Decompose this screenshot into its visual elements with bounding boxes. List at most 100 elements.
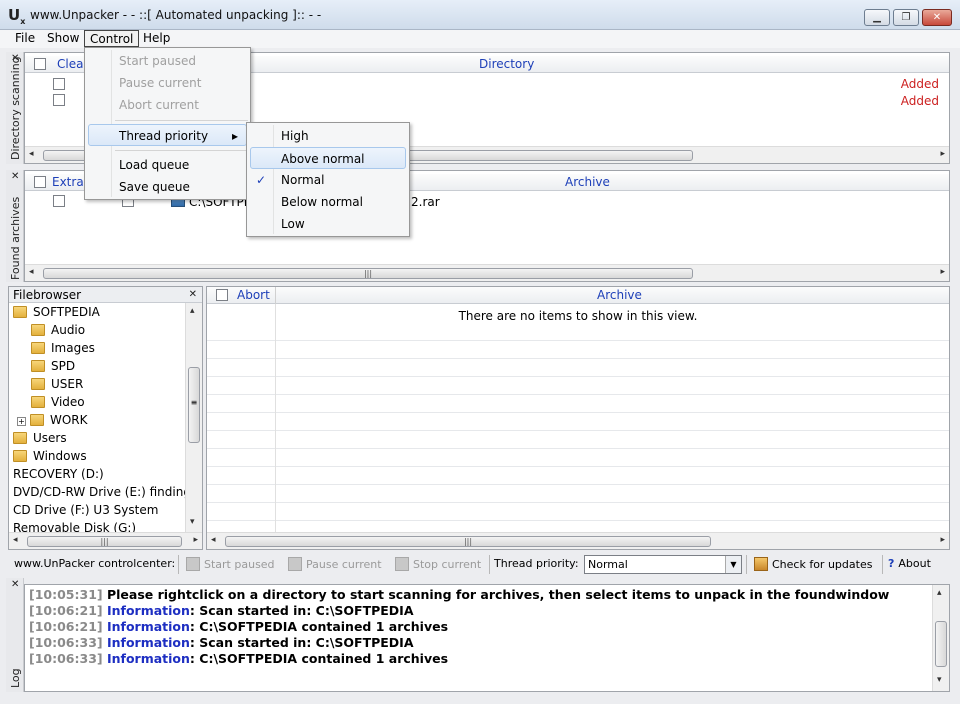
priority-above-normal[interactable]: Above normal	[250, 147, 406, 169]
scroll-left-icon[interactable]: ◂	[211, 535, 216, 545]
priority-below-normal[interactable]: Below normal	[247, 191, 409, 213]
scroll-down-icon[interactable]: ▾	[937, 675, 942, 685]
pause-current-button[interactable]: Pause current	[288, 557, 382, 571]
filebrowser-panel: Filebrowser ✕ SOFTPEDIA Audio Images SPD USE…	[8, 286, 203, 550]
scroll-up-icon[interactable]: ▴	[190, 306, 195, 316]
menu-start-paused[interactable]: Start paused	[85, 50, 250, 72]
scroll-left-icon[interactable]: ◂	[29, 149, 34, 159]
column-queue-archive[interactable]: Archive	[597, 288, 642, 302]
log-kind: Information	[106, 635, 190, 650]
tree-item[interactable]: Windows	[13, 447, 87, 465]
column-directory[interactable]: Directory	[479, 57, 534, 71]
tree-item[interactable]: Audio	[31, 321, 85, 339]
tree-item-label: SPD	[51, 359, 76, 373]
menu-control[interactable]: Control	[84, 30, 140, 47]
log-line: [10:06:21] Information: Scan started in:…	[29, 603, 414, 618]
menu-file[interactable]: File	[10, 30, 40, 47]
priority-normal[interactable]: ✓ Normal	[247, 169, 409, 191]
queue-hscrollbar[interactable]: ◂ ||| ▸	[207, 532, 949, 549]
log-text: : Scan started in: C:\SOFTPEDIA	[189, 635, 414, 650]
tree-item[interactable]: Video	[31, 393, 85, 411]
log-side-label: Log	[9, 668, 22, 688]
select-all-archives-checkbox[interactable]	[34, 176, 46, 188]
tree-item[interactable]: + WORK	[17, 411, 88, 429]
start-paused-button[interactable]: Start paused	[186, 557, 275, 571]
control-center-bar: www.UnPacker controlcenter: Start paused…	[8, 554, 952, 576]
select-all-queue-checkbox[interactable]	[216, 289, 228, 301]
scroll-right-icon[interactable]: ▸	[940, 267, 945, 277]
menu-pause-current[interactable]: Pause current	[85, 72, 250, 94]
scroll-thumb[interactable]: |||	[27, 536, 182, 547]
tree-item-label: WORK	[50, 413, 88, 427]
scroll-right-icon[interactable]: ▸	[940, 535, 945, 545]
check-updates-button[interactable]: Check for updates	[754, 557, 872, 571]
scroll-right-icon[interactable]: ▸	[940, 149, 945, 159]
controlcenter-label: www.UnPacker controlcenter:	[14, 557, 176, 570]
log-timestamp: [10:06:33]	[29, 635, 103, 650]
tree-item[interactable]: SOFTPEDIA	[13, 303, 100, 321]
close-archives-panel-icon[interactable]: ✕	[11, 171, 19, 182]
menu-thread-priority[interactable]: Thread priority ▸	[88, 124, 247, 146]
log-side-strip: ✕ Log	[6, 578, 24, 692]
menu-abort-current[interactable]: Abort current	[85, 94, 250, 116]
about-button[interactable]: ? About	[888, 557, 931, 570]
stop-current-button[interactable]: Stop current	[395, 557, 481, 571]
menu-show[interactable]: Show	[42, 30, 84, 47]
scroll-thumb[interactable]: ≡	[188, 367, 200, 443]
close-filebrowser-icon[interactable]: ✕	[189, 289, 197, 300]
tree-item[interactable]: SPD	[31, 357, 75, 375]
menu-load-queue[interactable]: Load queue	[85, 154, 250, 176]
scroll-left-icon[interactable]: ◂	[13, 535, 18, 545]
expand-icon[interactable]: +	[17, 417, 26, 426]
tree-item-label: Users	[33, 431, 67, 445]
scroll-thumb[interactable]	[935, 621, 947, 667]
priority-low[interactable]: Low	[247, 213, 409, 235]
menu-bar: File Show Control Help	[0, 30, 960, 48]
archives-hscrollbar[interactable]: ◂ ||| ▸	[25, 264, 949, 281]
scroll-up-icon[interactable]: ▴	[937, 588, 942, 598]
maximize-button[interactable]: ❐	[893, 9, 919, 26]
tree-item[interactable]: DVD/CD-RW Drive (E:) finding n	[13, 483, 202, 501]
tree-item[interactable]: USER	[31, 375, 83, 393]
minimize-button[interactable]: ▁	[864, 9, 890, 26]
archive-name: 2.rar	[411, 195, 440, 209]
title-bar[interactable]: Ux www.Unpacker - - ::[ Automated unpack…	[0, 0, 960, 30]
thread-priority-select[interactable]: Normal ▼	[584, 555, 742, 574]
scroll-left-icon[interactable]: ◂	[29, 267, 34, 277]
column-archive[interactable]: Archive	[565, 175, 610, 189]
tree-vscrollbar[interactable]: ▴ ≡ ▾	[185, 303, 202, 533]
tree-item-label: Audio	[51, 323, 86, 337]
tree-item[interactable]: Images	[31, 339, 95, 357]
update-icon	[754, 557, 768, 571]
directory-row-checkbox[interactable]	[53, 94, 65, 106]
tree-hscrollbar[interactable]: ◂ ||| ▸	[9, 532, 202, 549]
chevron-down-icon[interactable]: ▼	[725, 556, 741, 573]
scroll-down-icon[interactable]: ▾	[190, 517, 195, 527]
close-button[interactable]: ✕	[922, 9, 952, 26]
scroll-thumb[interactable]: |||	[43, 268, 693, 279]
filebrowser-header: Filebrowser ✕	[9, 287, 202, 303]
log-timestamp: [10:06:33]	[29, 651, 103, 666]
log-kind: Information	[106, 619, 190, 634]
menu-save-queue[interactable]: Save queue	[85, 176, 250, 198]
tree-item[interactable]: CD Drive (F:) U3 System	[13, 501, 158, 519]
scroll-right-icon[interactable]: ▸	[193, 535, 198, 545]
select-all-directories-checkbox[interactable]	[34, 58, 46, 70]
close-log-panel-icon[interactable]: ✕	[11, 579, 19, 590]
tree-item-label: Windows	[33, 449, 87, 463]
column-abort[interactable]: Abort	[237, 288, 270, 302]
folder-icon	[31, 342, 45, 354]
pause-icon	[288, 557, 302, 571]
archive-row-checkbox[interactable]	[53, 195, 65, 207]
log-text: : C:\SOFTPEDIA contained 1 archives	[189, 651, 449, 666]
tree-item[interactable]: RECOVERY (D:)	[13, 465, 104, 483]
status-badge: Added	[900, 77, 939, 91]
log-kind: Information	[106, 603, 190, 618]
tree-item[interactable]: Users	[13, 429, 67, 447]
priority-high[interactable]: High	[247, 125, 409, 147]
directory-row-checkbox[interactable]	[53, 78, 65, 90]
menu-help[interactable]: Help	[138, 30, 175, 47]
log-vscrollbar[interactable]: ▴ ▾	[932, 585, 949, 691]
scroll-thumb[interactable]: |||	[225, 536, 711, 547]
checkmark-icon: ✓	[256, 173, 267, 187]
